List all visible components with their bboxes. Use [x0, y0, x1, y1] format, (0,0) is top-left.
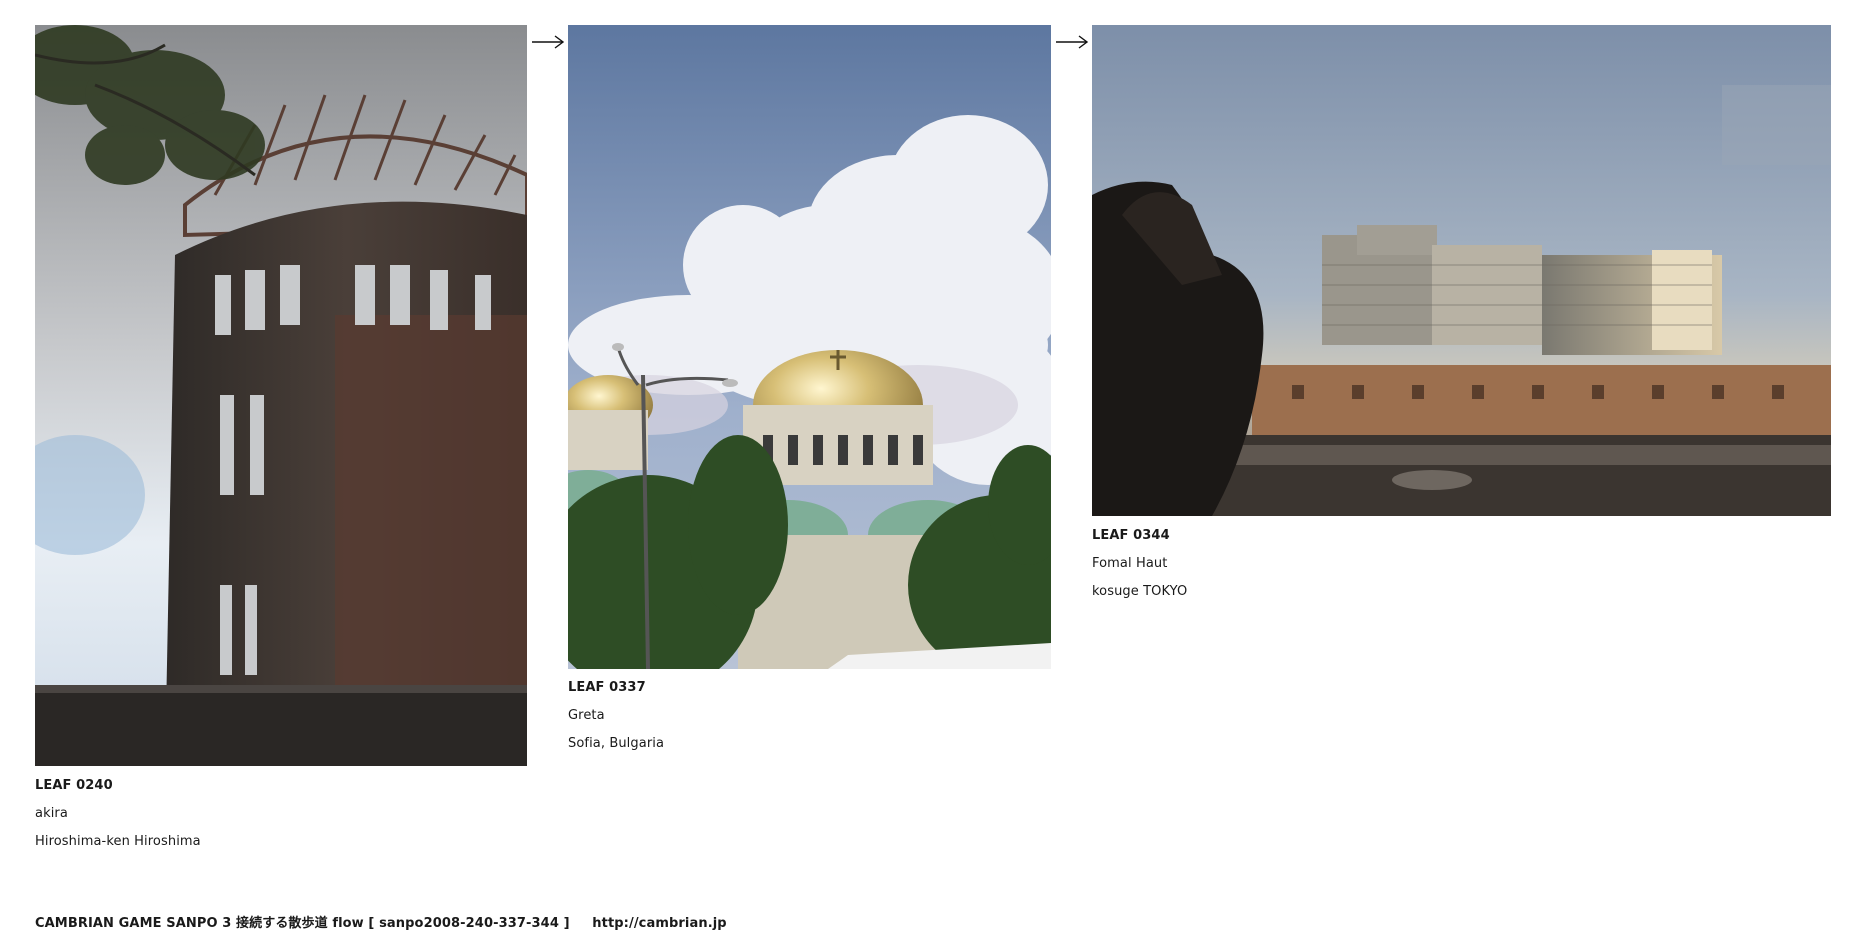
- leaf-0240-caption: LEAF 0240 akira Hiroshima-ken Hiroshima: [35, 772, 201, 856]
- leaf-id[interactable]: LEAF 0240: [35, 772, 201, 800]
- leaf-id[interactable]: LEAF 0344: [1092, 522, 1187, 550]
- leaf-author: Fomal Haut: [1092, 556, 1168, 571]
- right-arrow-icon: [1056, 35, 1089, 49]
- footer: CAMBRIAN GAME SANPO 3 接続する散歩道 flow [ san…: [35, 912, 727, 931]
- leaf-author: Greta: [568, 708, 605, 723]
- right-arrow-icon: [532, 35, 565, 49]
- leaf-0344-photo[interactable]: [1092, 25, 1831, 516]
- leaf-location: kosuge TOKYO: [1092, 584, 1188, 599]
- leaf-location: Hiroshima-ken Hiroshima: [35, 834, 201, 849]
- hiroshima-dome-image: [35, 25, 527, 766]
- leaf-0337-caption: LEAF 0337 Greta Sofia, Bulgaria: [568, 674, 664, 758]
- leaf-0337-photo[interactable]: [568, 25, 1051, 669]
- tokyo-window-image: [1092, 25, 1831, 516]
- leaf-0240-photo[interactable]: [35, 25, 527, 766]
- leaf-author: akira: [35, 806, 68, 821]
- leaf-id[interactable]: LEAF 0337: [568, 674, 664, 702]
- leaf-location: Sofia, Bulgaria: [568, 736, 665, 751]
- leaf-0344-caption: LEAF 0344 Fomal Haut kosuge TOKYO: [1092, 522, 1187, 606]
- footer-title: CAMBRIAN GAME SANPO 3 接続する散歩道 flow [ san…: [35, 916, 570, 931]
- cambrian-link[interactable]: http://cambrian.jp: [592, 916, 726, 931]
- sofia-cathedral-image: [568, 25, 1051, 669]
